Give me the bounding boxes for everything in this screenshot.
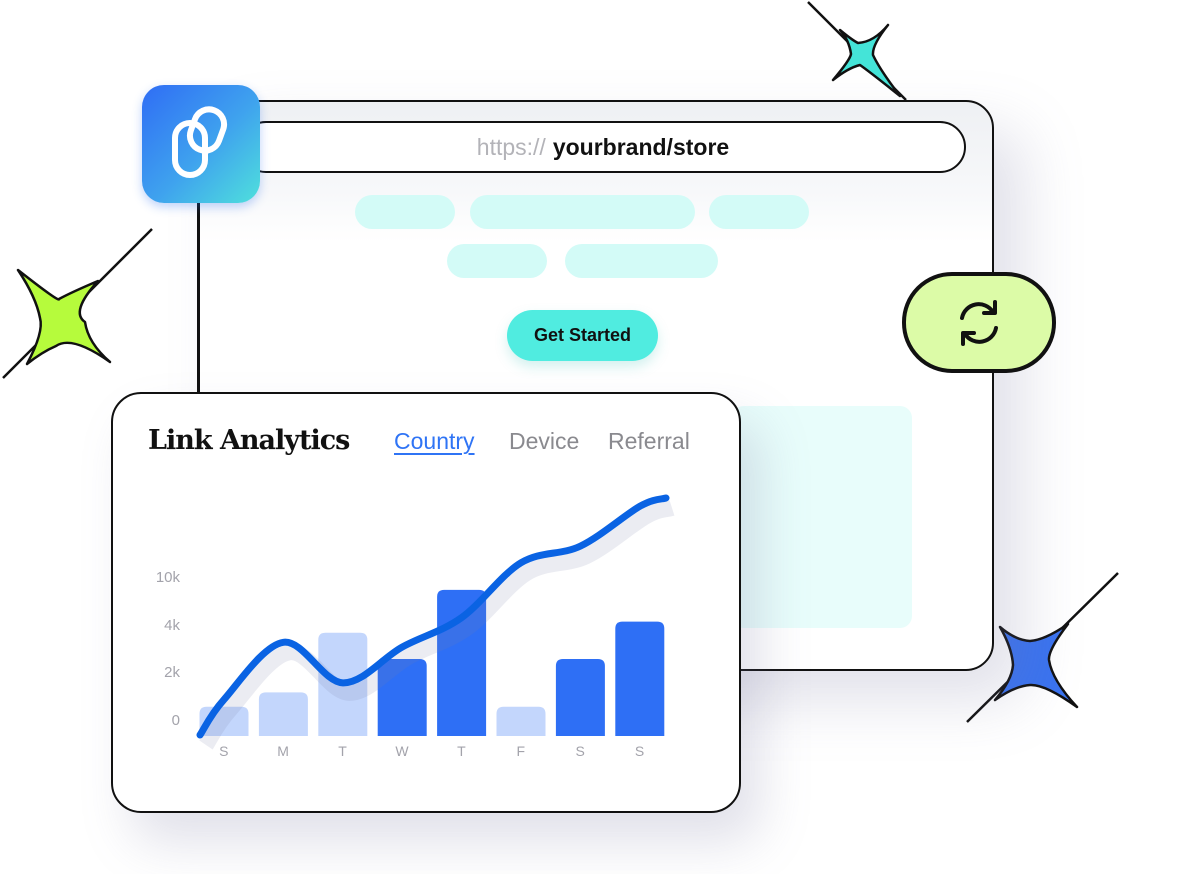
- y-tick-label: 2k: [164, 664, 180, 682]
- y-tick-label: 10k: [155, 568, 180, 586]
- y-tick-label: 0: [171, 712, 180, 729]
- x-tick-label: T: [338, 743, 348, 759]
- x-tick-label: W: [395, 743, 410, 759]
- x-tick-label: S: [219, 743, 229, 759]
- x-tick-label: M: [277, 743, 290, 759]
- y-tick-label: 4k: [164, 616, 180, 634]
- x-tick-label: S: [634, 743, 645, 759]
- chart-svg: [196, 494, 675, 750]
- bar-5[interactable]: [496, 706, 546, 736]
- bar-6[interactable]: [555, 658, 605, 736]
- bar-7[interactable]: [615, 621, 665, 736]
- x-tick-label: T: [457, 743, 467, 759]
- x-tick-label: S: [575, 743, 586, 759]
- bar-1[interactable]: [258, 692, 308, 736]
- x-tick-label: F: [516, 743, 526, 759]
